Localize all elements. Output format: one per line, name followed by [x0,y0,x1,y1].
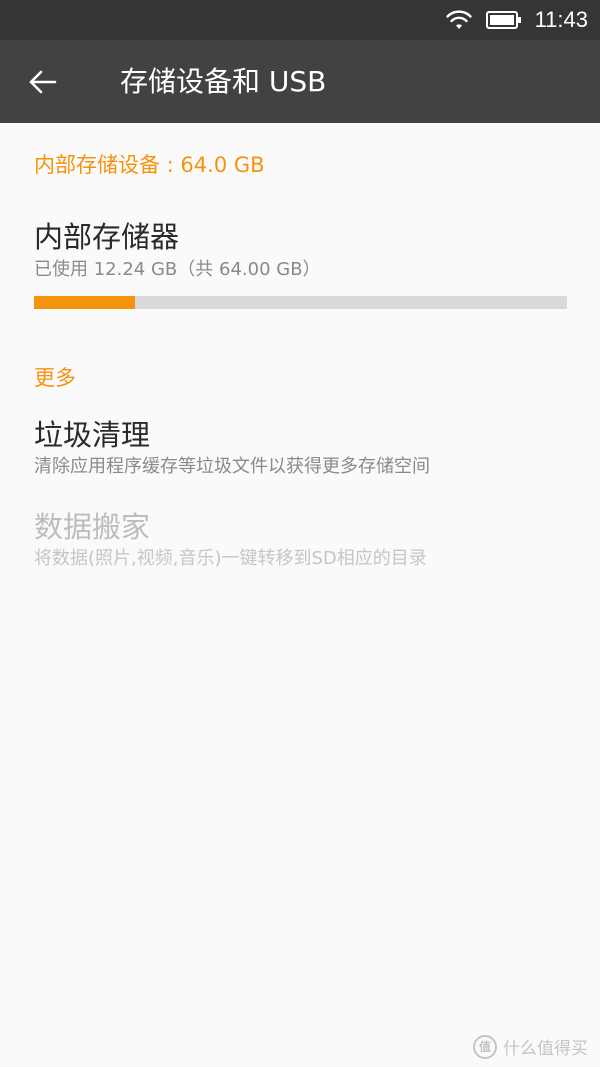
storage-usage-bar [34,296,567,309]
watermark-logo-icon: 值 [473,1034,497,1059]
status-time: 11:43 [534,7,588,32]
arrow-back-icon [29,70,57,94]
internal-storage-title: 内部存储器 [34,220,180,254]
section-header-more: 更多 [34,366,76,390]
junk-cleanup-subtitle: 清除应用程序缓存等垃圾文件以获得更多存储空间 [34,456,430,477]
page-title: 存储设备和 USB [120,65,327,98]
status-bar: 11:43 [0,0,600,40]
data-migration-subtitle: 将数据(照片,视频,音乐)一键转移到SD相应的目录 [34,548,427,569]
junk-cleanup-item[interactable]: 垃圾清理 清除应用程序缓存等垃圾文件以获得更多存储空间 [0,405,600,497]
toolbar: 存储设备和 USB [0,40,600,123]
junk-cleanup-title: 垃圾清理 [34,418,151,452]
data-migration-title: 数据搬家 [34,510,151,544]
back-button[interactable] [18,58,66,106]
storage-usage-fill [34,296,136,309]
wifi-icon [446,10,472,29]
battery-icon [486,11,521,29]
section-header-internal: 内部存储设备 : 64.0 GB [34,153,265,177]
data-migration-item: 数据搬家 将数据(照片,视频,音乐)一键转移到SD相应的目录 [0,497,600,589]
internal-storage-usage: 已使用 12.24 GB（共 64.00 GB） [34,259,321,280]
watermark-text: 什么值得买 [503,1039,588,1059]
watermark: 值 什么值得买 [473,1034,588,1059]
